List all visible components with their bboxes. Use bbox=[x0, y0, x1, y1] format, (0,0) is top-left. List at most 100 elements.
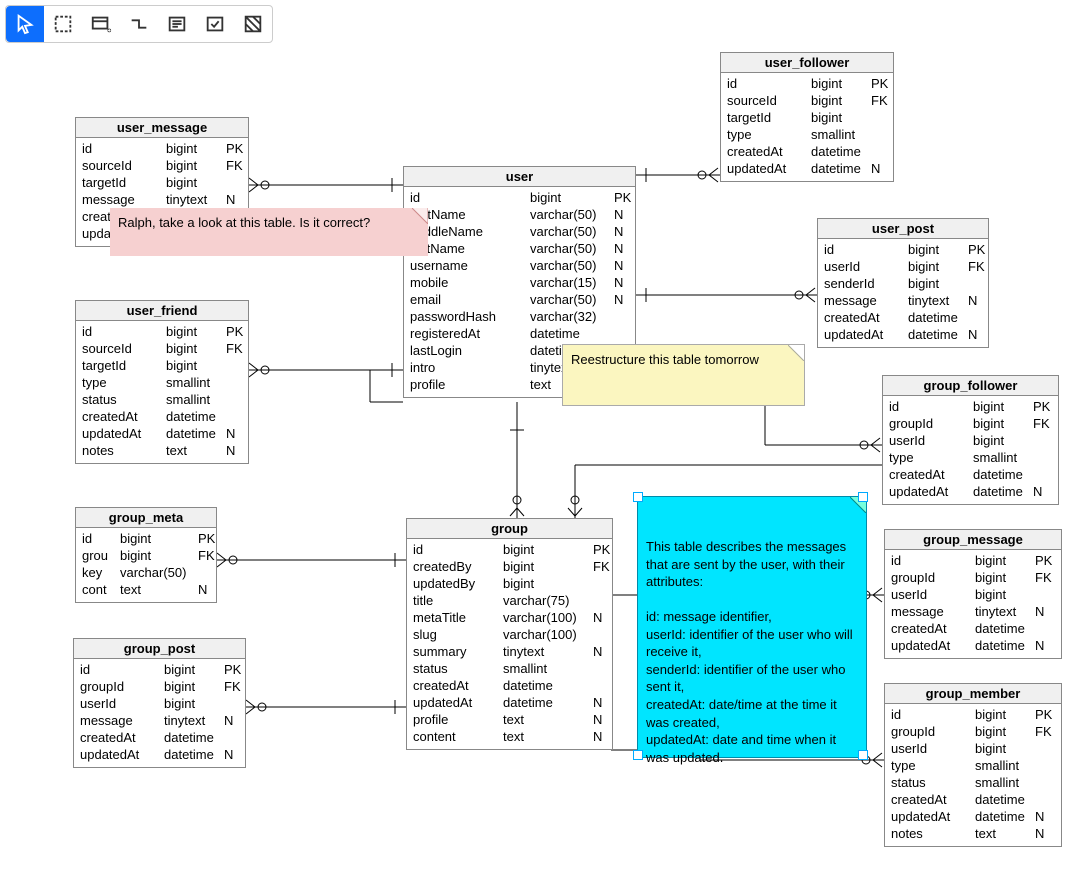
column-row: sourceIdbigintFK bbox=[82, 157, 242, 174]
column-name: createdAt bbox=[82, 408, 166, 425]
column-name: createdAt bbox=[413, 677, 503, 694]
note-cyan[interactable]: This table describes the messages that a… bbox=[637, 496, 867, 758]
tool-todo[interactable] bbox=[196, 6, 234, 42]
column-type: bigint bbox=[164, 661, 224, 678]
column-name: updatedAt bbox=[80, 746, 164, 763]
column-name: type bbox=[891, 757, 975, 774]
selection-handle-nw[interactable] bbox=[633, 492, 643, 502]
column-name: id bbox=[727, 75, 811, 92]
column-name: updatedAt bbox=[727, 160, 811, 177]
table-title: group bbox=[407, 519, 612, 539]
column-name: id bbox=[82, 530, 120, 547]
column-row: firstNamevarchar(50)N bbox=[410, 206, 629, 223]
note-red[interactable]: Ralph, take a look at this table. Is it … bbox=[110, 208, 428, 256]
column-type: datetime bbox=[503, 677, 593, 694]
table-group-member[interactable]: group_member idbigintPKgroupIdbigintFKus… bbox=[884, 683, 1062, 847]
table-title: group_member bbox=[885, 684, 1061, 704]
table-group-meta[interactable]: group_meta idbigintPKgroubigintFKkeyvarc… bbox=[75, 507, 217, 603]
column-key: FK bbox=[226, 340, 246, 357]
column-type: bigint bbox=[973, 415, 1033, 432]
table-title: user bbox=[404, 167, 635, 187]
tool-note[interactable] bbox=[158, 6, 196, 42]
column-name: id bbox=[410, 189, 530, 206]
column-key bbox=[224, 729, 244, 746]
column-type: bigint bbox=[975, 706, 1035, 723]
column-type: smallint bbox=[975, 757, 1035, 774]
column-name: message bbox=[82, 191, 166, 208]
column-key: N bbox=[224, 746, 244, 763]
selection-handle-ne[interactable] bbox=[858, 492, 868, 502]
column-row: createdAtdatetime bbox=[889, 466, 1052, 483]
column-row: targetIdbigint bbox=[727, 109, 887, 126]
column-name: updatedAt bbox=[889, 483, 973, 500]
column-name: updatedBy bbox=[413, 575, 503, 592]
column-row: senderIdbigint bbox=[824, 275, 982, 292]
column-type: datetime bbox=[811, 160, 871, 177]
table-columns: idbigintPKsourceIdbigintFKtargetIdbigint… bbox=[721, 73, 893, 181]
column-name: groupId bbox=[80, 678, 164, 695]
column-name: userId bbox=[824, 258, 908, 275]
column-row: sourceIdbigintFK bbox=[727, 92, 887, 109]
column-row: createdAtdatetime bbox=[891, 620, 1055, 637]
column-row: usernamevarchar(50)N bbox=[410, 257, 629, 274]
column-name: intro bbox=[410, 359, 530, 376]
column-key: N bbox=[1035, 808, 1055, 825]
table-title: user_friend bbox=[76, 301, 248, 321]
table-group-follower[interactable]: group_follower idbigintPKgroupIdbigintFK… bbox=[882, 375, 1059, 505]
column-name: updatedAt bbox=[824, 326, 908, 343]
column-key: FK bbox=[198, 547, 218, 564]
relation-icon bbox=[128, 13, 150, 35]
tool-pattern[interactable] bbox=[234, 6, 272, 42]
table-user-friend[interactable]: user_friend idbigintPKsourceIdbigintFKta… bbox=[75, 300, 249, 464]
table-columns: idbigintPKgroupIdbigintFKuserIdbigintmes… bbox=[885, 550, 1061, 658]
column-row: messagetinytextN bbox=[824, 292, 982, 309]
column-row: createdAtdatetime bbox=[891, 791, 1055, 808]
toolbar bbox=[5, 5, 273, 43]
table-title: user_follower bbox=[721, 53, 893, 73]
column-row: registeredAtdatetime bbox=[410, 325, 629, 342]
table-user-follower[interactable]: user_follower idbigintPKsourceIdbigintFK… bbox=[720, 52, 894, 182]
column-name: groupId bbox=[891, 569, 975, 586]
column-type: bigint bbox=[975, 586, 1035, 603]
tool-relation[interactable] bbox=[120, 6, 158, 42]
column-type: datetime bbox=[975, 791, 1035, 808]
column-key bbox=[593, 626, 613, 643]
column-type: varchar(50) bbox=[530, 206, 614, 223]
tool-cursor[interactable] bbox=[6, 6, 44, 42]
column-key: N bbox=[198, 581, 218, 598]
column-row: contenttextN bbox=[413, 728, 606, 745]
column-row: idbigintPK bbox=[891, 552, 1055, 569]
column-key: N bbox=[614, 291, 634, 308]
column-row: updatedAtdatetimeN bbox=[891, 637, 1055, 654]
selection-handle-sw[interactable] bbox=[633, 750, 643, 760]
column-row: titlevarchar(75) bbox=[413, 592, 606, 609]
column-row: messagetinytextN bbox=[80, 712, 239, 729]
note-text: This table describes the messages that a… bbox=[646, 539, 853, 765]
column-row: groubigintFK bbox=[82, 547, 210, 564]
column-type: datetime bbox=[164, 729, 224, 746]
column-type: smallint bbox=[166, 391, 226, 408]
table-columns: idbigintPKcreatedBybigintFKupdatedBybigi… bbox=[407, 539, 612, 749]
column-type: bigint bbox=[530, 189, 614, 206]
column-name: id bbox=[824, 241, 908, 258]
table-icon bbox=[90, 13, 112, 35]
note-yellow[interactable]: Reestructure this table tomorrow bbox=[562, 344, 805, 406]
column-key bbox=[614, 308, 634, 325]
note-text: Ralph, take a look at this table. Is it … bbox=[118, 215, 370, 230]
column-name: registeredAt bbox=[410, 325, 530, 342]
table-group-post[interactable]: group_post idbigintPKgroupIdbigintFKuser… bbox=[73, 638, 246, 768]
column-name: updatedAt bbox=[891, 808, 975, 825]
table-group-message[interactable]: group_message idbigintPKgroupIdbigintFKu… bbox=[884, 529, 1062, 659]
column-type: text bbox=[975, 825, 1035, 842]
table-title: user_message bbox=[76, 118, 248, 138]
column-key: FK bbox=[1033, 415, 1053, 432]
table-group[interactable]: group idbigintPKcreatedBybigintFKupdated… bbox=[406, 518, 613, 750]
selection-handle-se[interactable] bbox=[858, 750, 868, 760]
tool-marquee[interactable] bbox=[44, 6, 82, 42]
column-name: cont bbox=[82, 581, 120, 598]
diagram-canvas[interactable]: user_message idbigintPKsourceIdbigintFKt… bbox=[0, 0, 1066, 873]
table-columns: idbigintPKuserIdbigintFKsenderIdbigintme… bbox=[818, 239, 988, 347]
column-name: id bbox=[889, 398, 973, 415]
table-user-post[interactable]: user_post idbigintPKuserIdbigintFKsender… bbox=[817, 218, 989, 348]
tool-table[interactable] bbox=[82, 6, 120, 42]
